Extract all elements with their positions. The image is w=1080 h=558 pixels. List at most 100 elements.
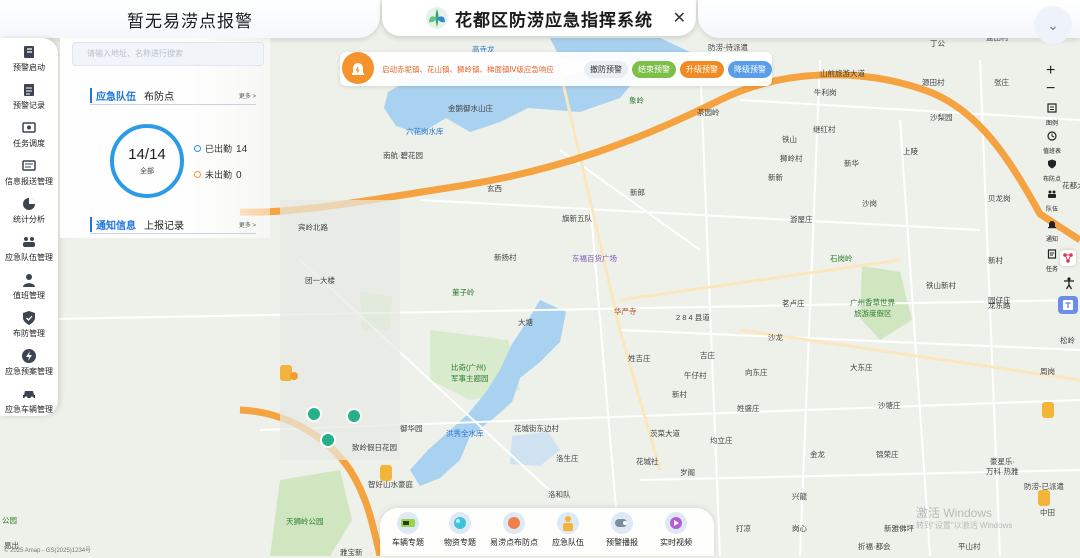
sidebar-item-label: 应急车辆管理: [5, 405, 53, 414]
map-place-label: 广州香草世界: [850, 298, 895, 307]
more-link[interactable]: 更多 >: [239, 220, 256, 229]
stat-absent: 未出勤 0: [194, 168, 242, 181]
map-place-label: 雅宝新: [340, 548, 363, 557]
tab-emergency-team[interactable]: 应急队伍: [90, 88, 136, 103]
bottom-label: 车辆专题: [392, 538, 424, 547]
map-place-label: 花城街东边村: [514, 424, 559, 433]
vehicle-topic-button[interactable]: 车辆专题: [380, 512, 436, 548]
dispatch-icon: [22, 122, 36, 133]
vehicle-marker[interactable]: [320, 432, 336, 448]
map-place-label: 旗新五队: [562, 214, 592, 223]
team-marker[interactable]: [380, 465, 392, 481]
upgrade-warning-button[interactable]: 升级预警: [680, 61, 724, 78]
map-place-label: 洛生庄: [556, 454, 579, 463]
map-place-label: 公园: [2, 516, 17, 525]
app-title-bar: 花都区防涝应急指挥系统 ✕: [382, 0, 696, 36]
chevron-down-icon[interactable]: ⌄: [1034, 6, 1072, 44]
map-place-label: 团一大楼: [305, 276, 335, 285]
main-sidebar: 预警启动 预警记录 任务调度 信息报送管理 统计分析 应急队伍管理 值班管理 布…: [0, 38, 58, 416]
sidebar-item-duty-manage[interactable]: 值班管理: [0, 272, 58, 301]
team-marker[interactable]: [1038, 490, 1050, 506]
map-place-label: 新雅佛坪: [884, 524, 914, 533]
accessibility-icon[interactable]: [1062, 276, 1076, 290]
sidebar-item-team-manage[interactable]: 应急队伍管理: [0, 234, 58, 263]
sidebar-item-warning-start[interactable]: 预警启动: [0, 44, 58, 73]
map-place-label: 铁山: [782, 135, 797, 144]
sidebar-item-defense-manage[interactable]: 布防管理: [0, 310, 58, 339]
sidebar-item-label: 应急队伍管理: [5, 253, 53, 262]
sidebar-item-label: 预警启动: [13, 63, 45, 72]
map-place-label: 源田村: [922, 78, 945, 87]
sidebar-item-statistics[interactable]: 统计分析: [0, 196, 58, 225]
tab-report-record[interactable]: 上报记录: [144, 217, 184, 232]
downgrade-warning-button[interactable]: 降级预警: [728, 61, 772, 78]
map-place-label: 均立庄: [710, 436, 733, 445]
task-icon: [1047, 249, 1057, 259]
map-place-label: 东福百货广场: [572, 254, 617, 263]
search-input[interactable]: 请输入地址、名称进行搜索: [72, 42, 264, 66]
tool-defense-point[interactable]: 布防点: [1037, 156, 1067, 183]
close-icon[interactable]: ✕: [673, 8, 686, 28]
windows-watermark: 激活 Windows: [916, 506, 993, 520]
zoom-out-button[interactable]: −: [1046, 80, 1055, 98]
map-copyright: © 2025 Amap - GS(2025)1234号: [4, 548, 92, 554]
sidebar-item-vehicle-manage[interactable]: 应急车辆管理: [0, 386, 58, 415]
team-marker[interactable]: [290, 372, 298, 380]
sidebar-item-info-report[interactable]: 信息报送管理: [0, 158, 58, 187]
cancel-warning-button[interactable]: 撤防预警: [584, 61, 628, 78]
team-marker[interactable]: [1042, 402, 1054, 418]
map-place-label: 继红村: [813, 125, 836, 134]
vehicle-marker[interactable]: [346, 408, 362, 424]
map-place-label: 华严寺: [614, 307, 637, 316]
tool-label: 图例: [1045, 121, 1058, 127]
sidebar-item-label: 任务调度: [13, 139, 45, 148]
broadcast-icon: [611, 512, 633, 534]
map-place-label: 智好山水豪庭: [368, 480, 413, 489]
translate-icon[interactable]: [1058, 296, 1078, 314]
map-place-label: 新扬村: [494, 253, 517, 262]
sidebar-item-task-dispatch[interactable]: 任务调度: [0, 120, 58, 149]
shield-icon: [1048, 159, 1056, 169]
tool-legend[interactable]: 图例: [1037, 100, 1067, 127]
team-icon: [557, 512, 579, 534]
supply-topic-button[interactable]: 物资专题: [432, 512, 488, 548]
team-icon: [1048, 190, 1056, 198]
sidebar-item-label: 布防管理: [13, 329, 45, 338]
map-place-label: 茨菜大道: [650, 429, 680, 438]
live-video-button[interactable]: 实时视频: [648, 512, 704, 548]
tab-defense-point[interactable]: 布防点: [144, 88, 174, 103]
sidebar-item-label: 信息报送管理: [5, 177, 53, 186]
map-place-label: 游屋庄: [790, 215, 813, 224]
more-link[interactable]: 更多 >: [239, 91, 256, 100]
map-place-label: 丁公: [930, 39, 945, 48]
tab-notice-info[interactable]: 通知信息: [90, 217, 136, 232]
tool-notice[interactable]: 通知: [1037, 216, 1067, 243]
bottom-label: 实时视频: [660, 538, 692, 547]
network-icon[interactable]: [1060, 250, 1076, 266]
alarm-status-text: 暂无易涝点报警: [127, 11, 253, 31]
tool-duty-table[interactable]: 值班表: [1037, 128, 1067, 155]
map-place-label: 沙塘庄: [878, 401, 901, 410]
tool-label: 布防点: [1042, 177, 1061, 183]
stat-value: 0: [236, 170, 242, 181]
flood-point-button[interactable]: 易涝点布防点: [486, 512, 542, 548]
emergency-team-button[interactable]: 应急队伍: [540, 512, 596, 548]
map-place-label: 大东庄: [850, 363, 873, 372]
top-right-bar: ⌄: [698, 0, 1080, 44]
lightning-icon: [22, 349, 36, 363]
end-warning-button[interactable]: 结束预警: [632, 61, 676, 78]
tool-team[interactable]: 队伍: [1037, 186, 1067, 213]
map-place-label: 锦荣庄: [876, 450, 899, 459]
sidebar-item-label: 统计分析: [13, 215, 45, 224]
zoom-in-button[interactable]: +: [1046, 62, 1055, 80]
sidebar-item-warning-record[interactable]: 预警记录: [0, 82, 58, 111]
map-place-label: 天狮岭公园: [286, 517, 324, 526]
flood-point-alarm-bar: 暂无易涝点报警: [0, 0, 380, 38]
map-place-label: 宾岭北路: [298, 223, 328, 232]
warning-broadcast-button[interactable]: 预警播报: [594, 512, 650, 548]
sidebar-item-plan-manage[interactable]: 应急预案管理: [0, 348, 58, 377]
pie-chart-icon: [23, 198, 35, 210]
vehicle-marker[interactable]: [306, 406, 322, 422]
warning-alert-bar: 启动赤坭镇、花山镇、狮岭镇、梯面镇Ⅳ级应急响应 撤防预警 结束预警 升级预警 降…: [340, 52, 772, 86]
map-place-label: 新新: [768, 173, 783, 182]
